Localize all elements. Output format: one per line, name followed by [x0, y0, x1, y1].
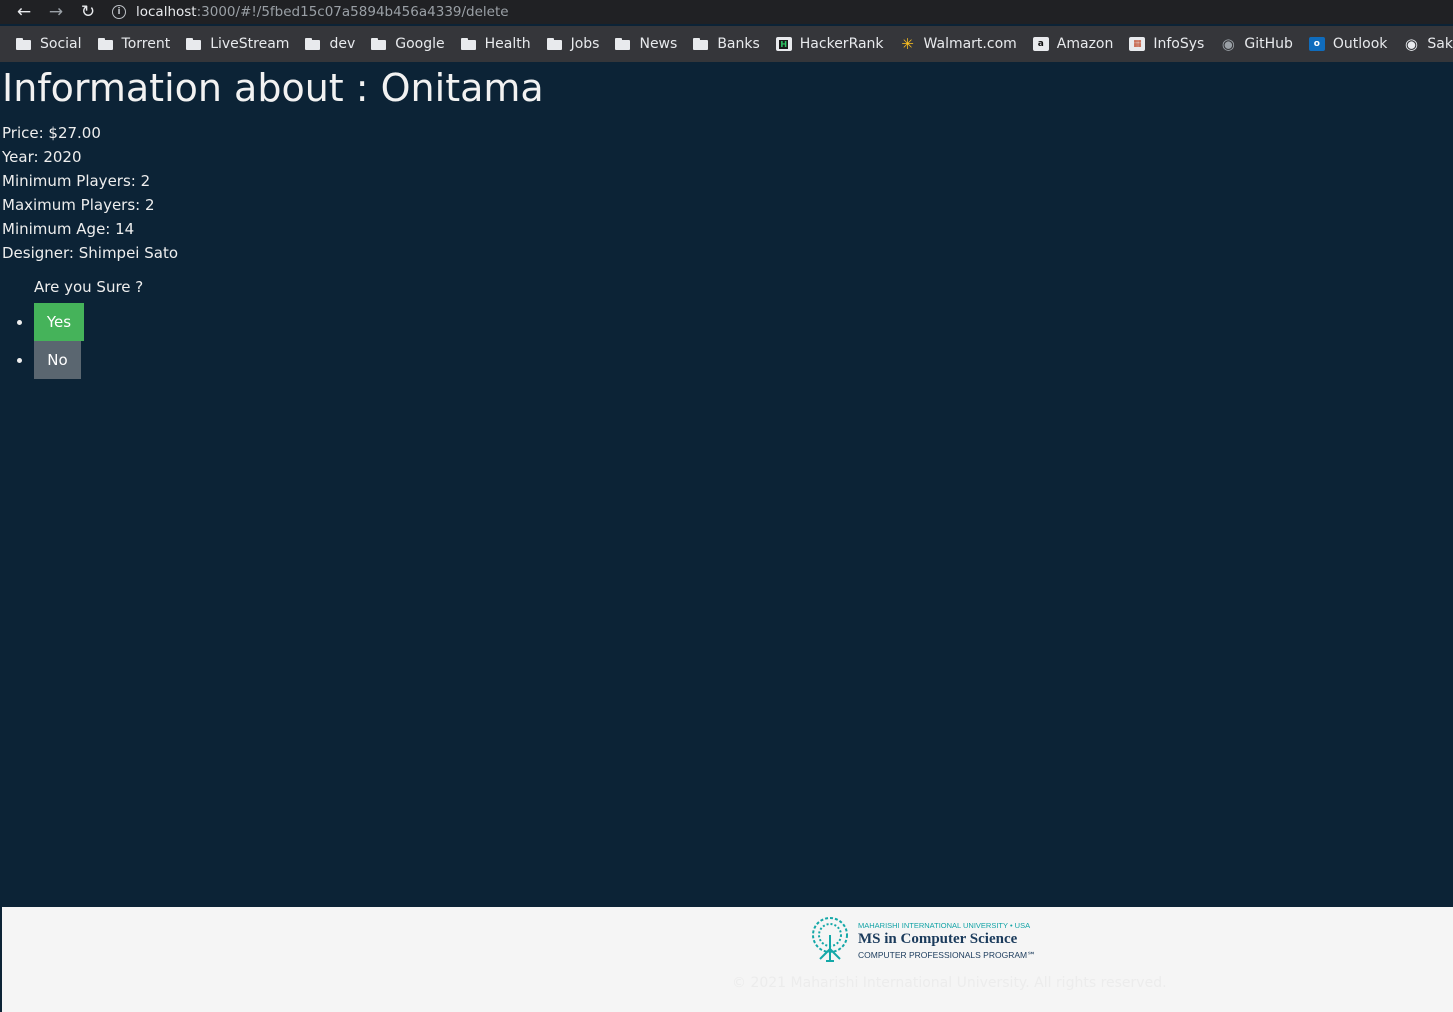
min-age-text: Minimum Age: 14	[2, 220, 135, 238]
url-host: localhost	[136, 4, 197, 20]
logo-text: MAHARISHI INTERNATIONAL UNIVERSITY • USA…	[858, 915, 1036, 961]
logo-program-subtitle: COMPUTER PROFESSIONALS PROGRAM℠	[858, 950, 1036, 960]
bookmark-outlook[interactable]: o Outlook	[1308, 36, 1388, 52]
infosys-icon: ▦	[1129, 37, 1146, 51]
main-content: Information about : Onitama Price: $27.0…	[2, 62, 1453, 907]
forward-arrow-icon[interactable]: →	[40, 0, 72, 24]
bookmark-health[interactable]: Health	[460, 36, 531, 52]
bookmarks-bar: Social Torrent LiveStream dev Google Hea…	[0, 26, 1453, 62]
folder-icon	[546, 37, 563, 51]
logo-university-name: MAHARISHI INTERNATIONAL UNIVERSITY • USA	[858, 921, 1031, 930]
bullet	[17, 357, 22, 363]
folder-icon	[186, 37, 202, 51]
bookmark-label: InfoSys	[1153, 36, 1205, 52]
url-path: :3000/#!/5fbed15c07a5894b456a4339/delete	[196, 4, 509, 20]
folder-icon	[371, 37, 387, 51]
yes-button[interactable]: Yes	[34, 303, 84, 341]
bookmark-infosys[interactable]: ▦ InfoSys	[1129, 36, 1204, 52]
logo-program-title: MS in Computer Science	[858, 931, 1018, 947]
copyright-text: © 2021 Maharishi International Universit…	[732, 975, 1167, 991]
bookmark-social[interactable]: Social	[16, 36, 82, 52]
info-icon[interactable]: i	[112, 5, 126, 19]
tree-logo-icon	[812, 917, 848, 962]
bookmark-label: News	[639, 36, 678, 52]
folder-icon	[615, 37, 631, 51]
bookmark-label: HackerRank	[799, 36, 884, 52]
university-logo[interactable]: MAHARISHI INTERNATIONAL UNIVERSITY • USA…	[806, 915, 1046, 967]
walmart-icon: ✳	[901, 35, 914, 53]
sakai-icon: ◉	[1404, 35, 1418, 53]
no-button[interactable]: No	[34, 341, 81, 379]
amazon-icon: a	[1032, 37, 1049, 51]
confirm-question: Are you Sure ?	[34, 278, 144, 296]
min-players-text: Minimum Players: 2	[2, 172, 151, 190]
bookmark-label: dev	[329, 36, 356, 52]
designer-text: Designer: Shimpei Sato	[2, 244, 179, 262]
bookmark-amazon[interactable]: a Amazon	[1032, 36, 1114, 52]
bookmark-google[interactable]: Google	[371, 36, 445, 52]
list-item-no: No	[2, 341, 81, 379]
bookmark-label: Social	[40, 36, 82, 52]
folder-icon	[16, 37, 32, 51]
bookmark-sakai[interactable]: ◉ Saka	[1403, 35, 1453, 53]
bookmark-torrent[interactable]: Torrent	[97, 36, 171, 52]
bookmark-label: LiveStream	[210, 36, 290, 52]
bookmark-banks[interactable]: Banks	[693, 36, 760, 52]
price-text: Price: $27.00	[2, 124, 101, 142]
page-title: Information about : Onitama	[2, 66, 544, 110]
bookmark-label: Saka	[1427, 36, 1453, 52]
year-text: Year: 2020	[2, 148, 82, 166]
hackerrank-icon: H	[775, 37, 792, 51]
bookmark-label: Amazon	[1056, 36, 1114, 52]
address-bar[interactable]: i localhost:3000/#!/5fbed15c07a5894b456a…	[112, 0, 509, 24]
bookmark-label: Jobs	[570, 36, 600, 52]
reload-icon[interactable]: ↻	[72, 0, 104, 24]
bookmark-label: Google	[395, 36, 445, 52]
folder-icon	[460, 37, 477, 51]
bookmark-livestream[interactable]: LiveStream	[186, 36, 289, 52]
bookmark-label: Health	[484, 36, 531, 52]
folder-icon	[693, 37, 709, 51]
game-details: Price: $27.00 Year: 2020 Minimum Players…	[2, 121, 178, 265]
bookmark-label: Outlook	[1332, 36, 1388, 52]
bookmark-label: GitHub	[1244, 36, 1293, 52]
bookmark-label: Torrent	[121, 36, 171, 52]
list-item-yes: Yes	[2, 303, 84, 341]
bookmark-news[interactable]: News	[615, 36, 677, 52]
bookmark-hackerrank[interactable]: H HackerRank	[775, 36, 884, 52]
max-players-text: Maximum Players: 2	[2, 196, 155, 214]
bookmark-walmart[interactable]: ✳ Walmart.com	[900, 35, 1017, 53]
outlook-icon: o	[1308, 37, 1325, 51]
bullet	[17, 319, 22, 325]
bookmark-dev[interactable]: dev	[305, 36, 355, 52]
bookmark-jobs[interactable]: Jobs	[546, 36, 600, 52]
folder-icon	[305, 37, 321, 51]
bookmark-github[interactable]: ◉ GitHub	[1220, 35, 1293, 53]
bookmark-label: Walmart.com	[923, 36, 1017, 52]
browser-toolbar: ← → ↻ i localhost:3000/#!/5fbed15c07a589…	[0, 0, 1453, 24]
github-icon: ◉	[1221, 35, 1235, 53]
folder-icon	[97, 37, 114, 51]
back-arrow-icon[interactable]: ←	[8, 0, 40, 24]
footer: MAHARISHI INTERNATIONAL UNIVERSITY • USA…	[2, 907, 1453, 1012]
bookmark-label: Banks	[717, 36, 760, 52]
